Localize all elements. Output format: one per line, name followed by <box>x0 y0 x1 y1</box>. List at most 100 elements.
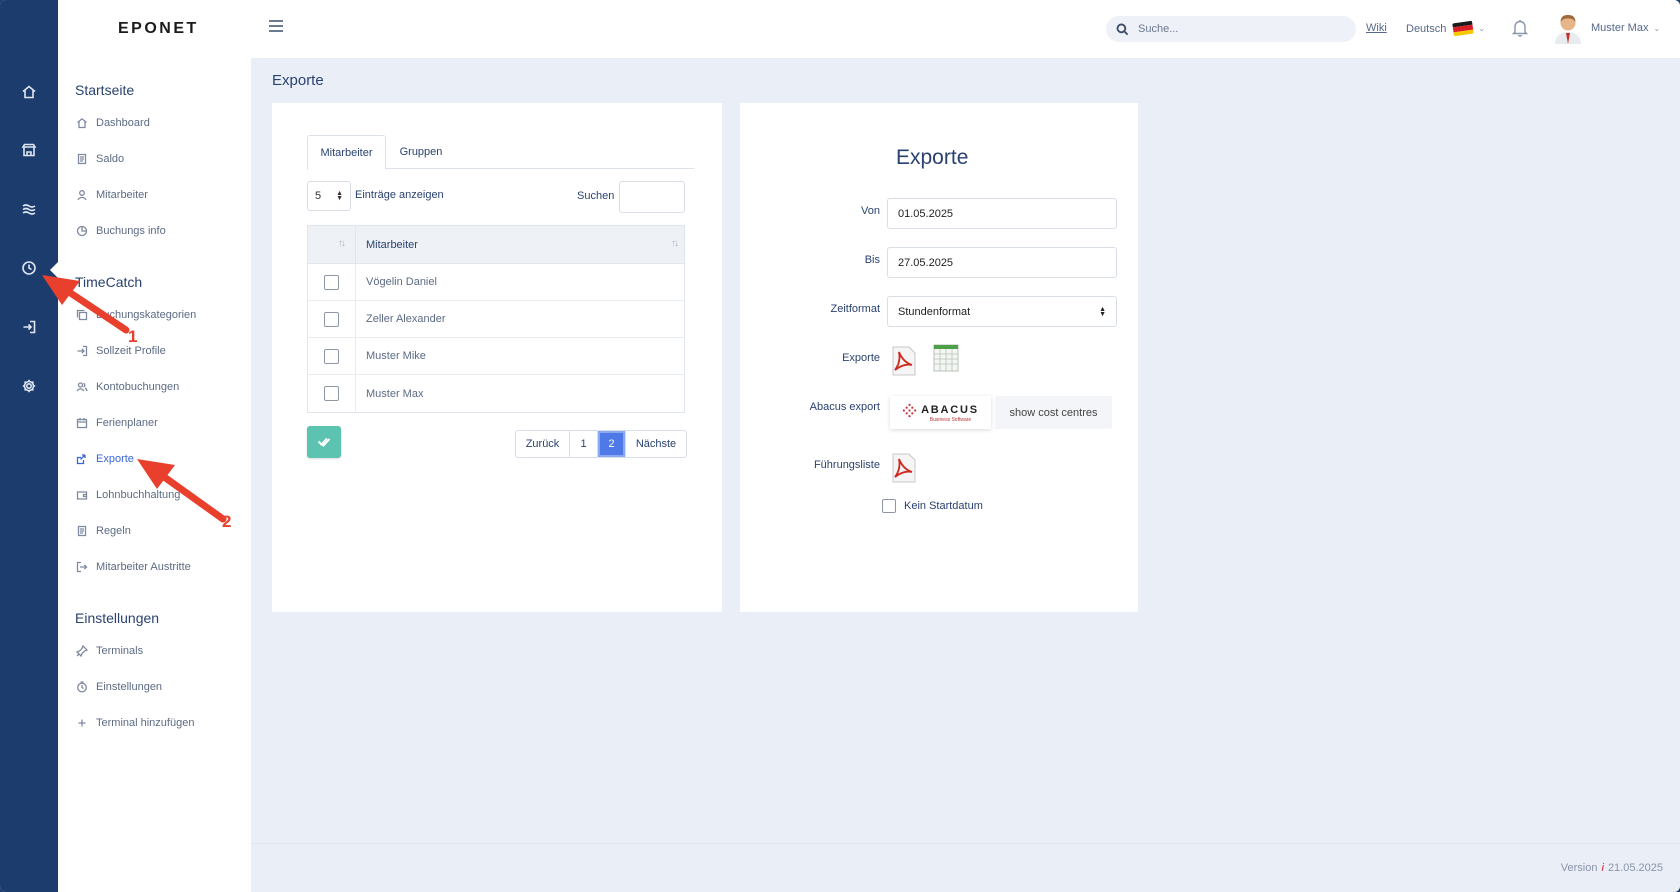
sidebar-item-mitarbeiter-austritte[interactable]: Mitarbeiter Austritte <box>75 556 191 578</box>
pdf-export-icon[interactable] <box>890 346 918 376</box>
sidebar-item-exporte[interactable]: Exporte <box>75 448 134 470</box>
login-icon <box>75 344 89 358</box>
pagination: Zurück 1 2 Nächste <box>515 430 687 458</box>
footer: Version i 21.05.2025 <box>251 843 1680 892</box>
row-checkbox[interactable] <box>324 311 339 327</box>
chevron-down-icon: ⌄ <box>1653 23 1661 33</box>
select-all-button[interactable] <box>307 426 341 458</box>
double-check-icon <box>317 437 331 447</box>
sidebar-item-ferienplaner[interactable]: Ferienplaner <box>75 412 158 434</box>
employee-selection-card: Mitarbeiter Gruppen 5 ▲ ▼ Einträge anzeig… <box>272 103 722 612</box>
pagination-prev[interactable]: Zurück <box>516 431 570 457</box>
active-rail-indicator <box>50 262 58 278</box>
employee-table: ↑↓ Mitarbeiter ↑↓ Vögelin Daniel Zeller … <box>307 225 685 413</box>
german-flag-icon <box>1452 20 1475 37</box>
login-icon[interactable] <box>16 314 42 340</box>
version-label: Version <box>1560 862 1598 874</box>
sidebar-item-dashboard[interactable]: Dashboard <box>75 112 150 134</box>
sidebar-item-label: Terminal hinzufügen <box>96 717 195 729</box>
sidebar-item-label: Saldo <box>96 153 125 165</box>
employee-name: Muster Max <box>366 387 424 400</box>
sidebar-item-label: Kontobuchungen <box>96 381 180 393</box>
sidebar-section-timecatch: TimeCatch <box>75 274 143 290</box>
from-date-field[interactable]: 01.05.2025 <box>887 198 1117 229</box>
page-length-label: Einträge anzeigen <box>355 189 444 201</box>
wiki-link[interactable]: Wiki <box>1366 22 1387 34</box>
table-search-label: Suchen <box>577 190 615 202</box>
time-format-select[interactable]: Stundenformat ▲ ▼ <box>887 296 1117 327</box>
pdf-leadership-icon[interactable] <box>890 453 918 483</box>
no-start-date-option[interactable]: Kein Startdatum <box>882 499 983 513</box>
sidebar-item-lohnbuchhaltung[interactable]: Lohnbuchhaltung <box>75 484 180 506</box>
sidebar-item-sollzeit-profile[interactable]: Sollzeit Profile <box>75 340 166 362</box>
clock-icon[interactable] <box>16 255 42 281</box>
row-checkbox[interactable] <box>324 274 339 290</box>
store-icon[interactable] <box>16 137 42 163</box>
row-checkbox[interactable] <box>324 386 339 401</box>
tab-mitarbeiter[interactable]: Mitarbeiter <box>307 135 386 170</box>
wallet-icon <box>75 488 89 502</box>
sidebar-item-regeln[interactable]: Regeln <box>75 520 131 542</box>
no-start-date-checkbox[interactable] <box>882 499 896 513</box>
excel-export-icon[interactable] <box>932 343 960 373</box>
sidebar-item-einstellungen[interactable]: Einstellungen <box>75 676 162 698</box>
table-row: Zeller Alexander <box>308 300 684 338</box>
sidebar-item-mitarbeiter[interactable]: Mitarbeiter <box>75 184 148 206</box>
select-arrows-icon: ▲ ▼ <box>336 190 343 202</box>
language-label: Deutsch <box>1406 22 1447 35</box>
plus-icon <box>75 716 89 730</box>
table-row: Muster Max <box>308 375 684 412</box>
select-column-header[interactable]: ↑↓ <box>308 225 356 264</box>
menu-toggle-icon[interactable] <box>269 20 283 34</box>
user-menu[interactable]: Muster Max ⌄ <box>1553 12 1660 44</box>
home-icon[interactable] <box>16 79 42 105</box>
share-icon <box>75 452 89 466</box>
abacus-export-label: Abacus export <box>809 401 880 413</box>
to-date-field[interactable]: 27.05.2025 <box>887 247 1117 278</box>
sidebar-item-buchungskategorien[interactable]: Buchungskategorien <box>75 304 196 326</box>
page-length-value: 5 <box>315 190 322 202</box>
sidebar-item-buchungs-info[interactable]: Buchungs info <box>75 220 166 242</box>
sidebar-item-saldo[interactable]: Saldo <box>75 148 124 170</box>
bell-icon[interactable] <box>1511 18 1529 38</box>
copy-icon <box>75 308 89 322</box>
gear-icon[interactable] <box>16 373 42 399</box>
from-date-value: 01.05.2025 <box>898 207 954 220</box>
sidebar-item-terminal-hinzufuegen[interactable]: Terminal hinzufügen <box>75 712 194 734</box>
abacus-logo-subtitle: Business Software <box>929 416 972 423</box>
document-icon <box>75 524 89 538</box>
annotation-number-2: 2 <box>222 512 232 531</box>
pagination-page-2[interactable]: 2 <box>598 431 626 457</box>
sidebar-item-kontobuchungen[interactable]: Kontobuchungen <box>75 376 179 398</box>
table-search-input[interactable] <box>619 181 685 213</box>
table-row: Vögelin Daniel <box>308 263 684 301</box>
waves-icon[interactable] <box>16 196 42 222</box>
page-length-select[interactable]: 5 ▲ ▼ <box>307 181 351 211</box>
sidebar-item-label: Mitarbeiter Austritte <box>96 561 191 573</box>
pin-icon <box>75 644 89 658</box>
tab-gruppen[interactable]: Gruppen <box>386 135 456 169</box>
app-window: EPONET Startseite Dashboard Saldo Mitarb… <box>0 0 1680 892</box>
users-icon <box>75 380 89 394</box>
info-icon: i <box>1601 862 1604 874</box>
language-selector[interactable]: Deutsch ⌄ <box>1406 20 1485 37</box>
column-header-mitarbeiter[interactable]: Mitarbeiter <box>356 239 418 251</box>
search-input[interactable] <box>1138 23 1338 35</box>
sidebar-item-terminals[interactable]: Terminals <box>75 640 143 662</box>
sidebar-item-label: Einstellungen <box>96 681 163 693</box>
pagination-next[interactable]: Nächste <box>626 431 686 457</box>
version-info: Version i 21.05.2025 <box>1561 862 1663 874</box>
pagination-page-1[interactable]: 1 <box>570 431 598 457</box>
time-format-value: Stundenformat <box>898 305 971 318</box>
show-cost-centres-button[interactable]: show cost centres <box>995 396 1112 429</box>
employee-name: Zeller Alexander <box>366 313 446 325</box>
tab-bar: Mitarbeiter Gruppen <box>307 135 694 170</box>
abacus-logo-text: ABACUS <box>921 404 979 416</box>
to-label: Bis <box>864 254 880 266</box>
from-label: Von <box>861 205 880 217</box>
row-checkbox[interactable] <box>324 348 339 364</box>
sidebar-item-label: Regeln <box>96 525 131 537</box>
sidebar-item-label: Ferienplaner <box>96 417 158 429</box>
abacus-export-button[interactable]: ABACUS Business Software <box>890 396 991 429</box>
sort-icon[interactable]: ↑↓ <box>671 238 679 249</box>
